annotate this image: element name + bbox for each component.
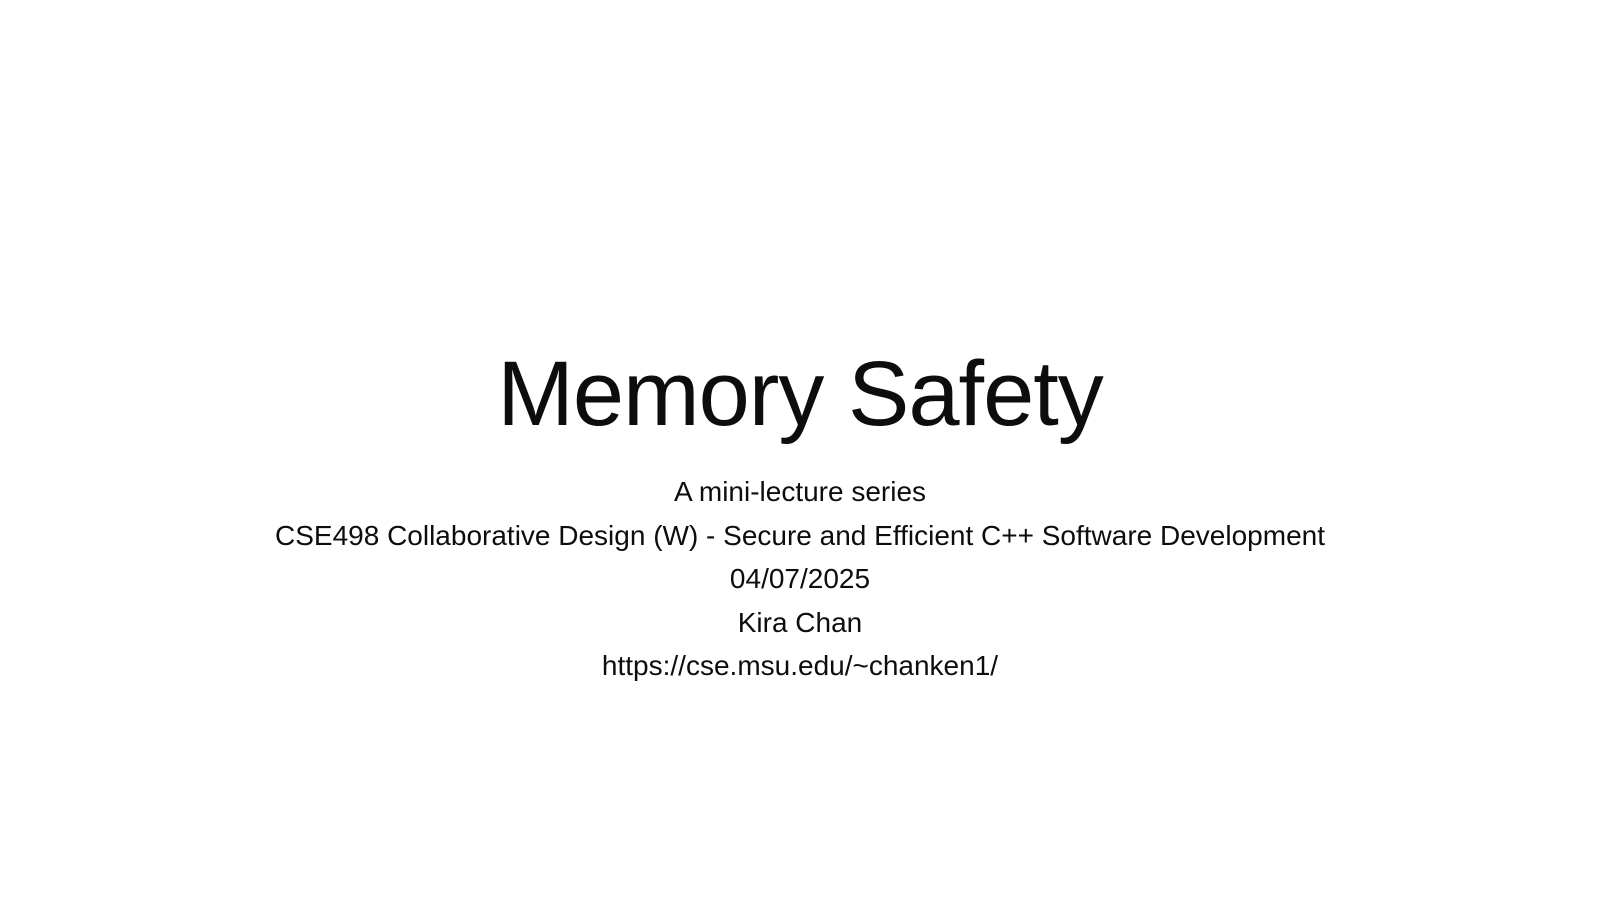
series-subtitle: A mini-lecture series [673,476,927,507]
slide-title: Memory Safety [497,343,1104,445]
title-slide: Memory Safety A mini-lecture series CSE4… [0,0,1600,900]
author-name: Kira Chan [737,606,863,638]
subtitle-block: A mini-lecture series CSE498 Collaborati… [0,470,1600,688]
date: 04/07/2025 [729,563,871,594]
course-name: CSE498 Collaborative Design (W) - Secure… [275,519,1325,551]
author-url: https://cse.msu.edu/~chanken1/ [601,650,999,681]
